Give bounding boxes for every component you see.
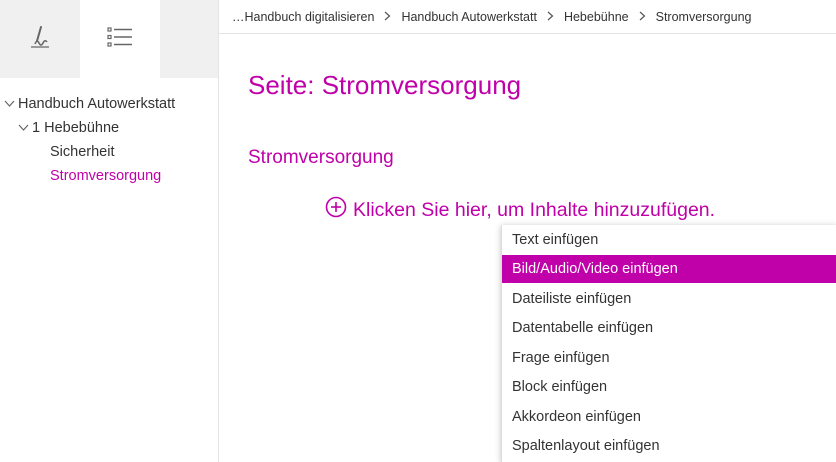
sidebar: Handbuch Autowerkstatt 1 Hebebühne Siche… bbox=[0, 0, 219, 462]
menu-item-filelist[interactable]: Dateiliste einfügen bbox=[502, 285, 836, 313]
breadcrumb: …Handbuch digitalisieren Handbuch Autowe… bbox=[219, 0, 836, 34]
tree-item-stromversorgung[interactable]: Stromversorgung bbox=[50, 165, 161, 187]
menu-item-datatable[interactable]: Datentabelle einfügen bbox=[502, 314, 836, 342]
tree-item-label: 1 Hebebühne bbox=[32, 120, 120, 136]
menu-item-columns[interactable]: Spaltenlayout einfügen bbox=[502, 432, 836, 460]
breadcrumb-item[interactable]: Handbuch Autowerkstatt bbox=[401, 10, 537, 24]
tab-outline[interactable] bbox=[80, 0, 160, 78]
tree-item-handbuch[interactable]: Handbuch Autowerkstatt bbox=[4, 93, 175, 115]
breadcrumb-item[interactable]: Hebebühne bbox=[564, 10, 629, 24]
menu-item-text[interactable]: Text einfügen bbox=[502, 226, 836, 254]
sidebar-tabs bbox=[0, 0, 218, 78]
chevron-down-icon[interactable] bbox=[4, 93, 18, 115]
insert-menu: Text einfügen Bild/Audio/Video einfügen … bbox=[501, 225, 836, 462]
section-title[interactable]: Stromversorgung bbox=[248, 147, 394, 169]
menu-item-question[interactable]: Frage einfügen bbox=[502, 344, 836, 372]
tree-item-hebebuehne[interactable]: 1 Hebebühne bbox=[18, 117, 119, 139]
chevron-right-icon bbox=[384, 10, 391, 24]
chevron-down-icon[interactable] bbox=[18, 117, 32, 139]
breadcrumb-item-current: Stromversorgung bbox=[655, 9, 752, 24]
tree-item-sicherheit[interactable]: Sicherheit bbox=[50, 141, 114, 163]
chevron-right-icon bbox=[639, 10, 646, 24]
plus-circle-icon bbox=[325, 196, 353, 224]
signature-icon bbox=[27, 24, 53, 55]
tree-item-label: Sicherheit bbox=[50, 144, 115, 160]
chevron-right-icon bbox=[547, 10, 554, 24]
tab-signature[interactable] bbox=[0, 0, 80, 78]
add-content-button[interactable]: Klicken Sie hier, um Inhalte hinzuzufüge… bbox=[325, 196, 715, 224]
menu-item-accordion[interactable]: Akkordeon einfügen bbox=[502, 403, 836, 431]
tree-item-label: Stromversorgung bbox=[50, 168, 162, 184]
add-content-label: Klicken Sie hier, um Inhalte hinzuzufüge… bbox=[353, 198, 716, 221]
list-icon bbox=[107, 26, 133, 53]
page-title: Seite: Stromversorgung bbox=[248, 70, 522, 100]
tree-item-label: Handbuch Autowerkstatt bbox=[18, 96, 176, 112]
menu-item-media[interactable]: Bild/Audio/Video einfügen bbox=[502, 255, 836, 283]
menu-item-block[interactable]: Block einfügen bbox=[502, 373, 836, 401]
breadcrumb-item[interactable]: …Handbuch digitalisieren bbox=[232, 10, 374, 24]
